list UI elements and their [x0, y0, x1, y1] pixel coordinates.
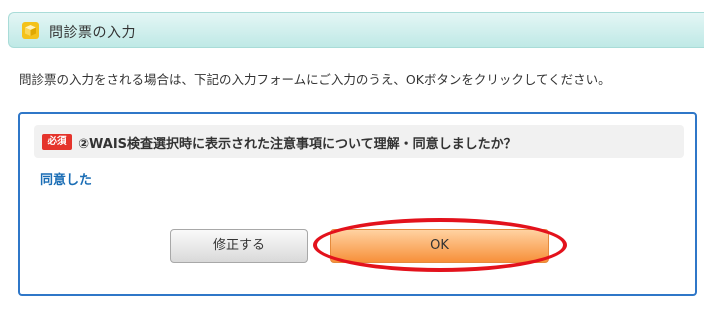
page-title: 問診票の入力	[49, 25, 136, 41]
section-header: 問診票の入力	[8, 12, 704, 48]
ok-button[interactable]: OK	[330, 229, 549, 263]
answer-value: 同意した	[40, 173, 93, 188]
questionnaire-form: 必須 ②WAIS検査選択時に表示された注意事項について理解・同意しましたか？ 同…	[18, 112, 697, 296]
cube-icon	[22, 22, 39, 39]
instruction-text: 問診票の入力をされる場合は、下記の入力フォームにご入力のうえ、OKボタンをクリッ…	[19, 72, 611, 87]
edit-button[interactable]: 修正する	[170, 229, 308, 263]
question-text: ②WAIS検査選択時に表示された注意事項について理解・同意しましたか？	[78, 137, 517, 152]
question-row: 必須 ②WAIS検査選択時に表示された注意事項について理解・同意しましたか？	[34, 125, 684, 158]
required-badge: 必須	[42, 134, 72, 150]
